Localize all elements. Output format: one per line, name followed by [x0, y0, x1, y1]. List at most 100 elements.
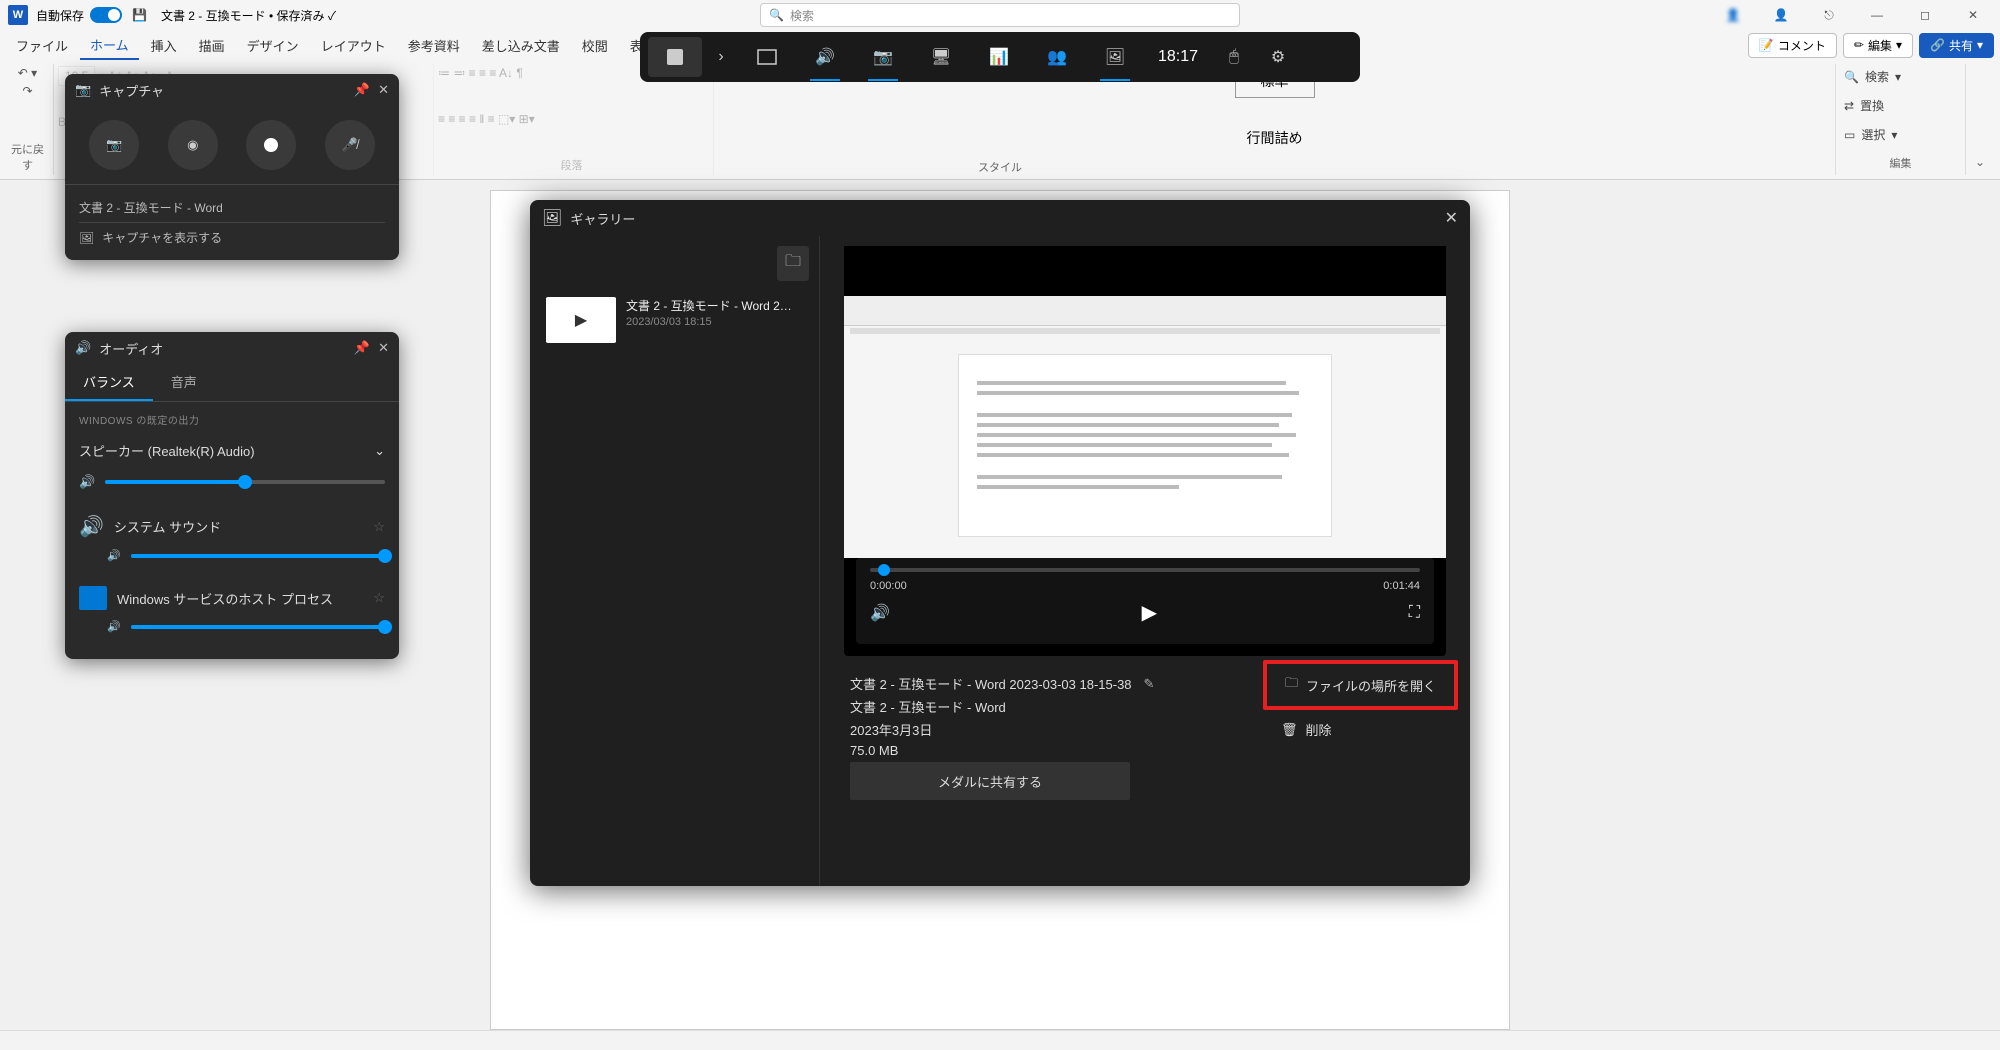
comment-button[interactable]: 📝 コメント — [1748, 33, 1837, 58]
video-date: 2023年3月3日 — [850, 720, 1154, 739]
speaker-icon[interactable]: 🔊 — [79, 474, 95, 490]
gallery-close-button[interactable]: ✕ — [1445, 208, 1458, 228]
redo-button[interactable]: ↷ — [22, 84, 32, 98]
audio-tab-voice[interactable]: 音声 — [153, 364, 215, 401]
gallery-thumbnail-item[interactable]: ▶ 文書 2 ‐ 互換モード - Word 2… 2023/03/03 18:1… — [540, 291, 809, 349]
select-button[interactable]: ▭ 選択 ▾ — [1844, 126, 1957, 143]
tab-layout[interactable]: レイアウト — [311, 32, 396, 59]
autosave-control[interactable]: 自動保存 — [36, 7, 122, 24]
edit-mode-button[interactable]: ✏ 編集 ▾ — [1843, 33, 1913, 58]
gamebar-gallery-button[interactable]: 🖼 — [1088, 37, 1142, 77]
mic-toggle-button[interactable]: 🎤̸ — [325, 120, 375, 170]
audio-device-selector[interactable]: スピーカー (Realtek(R) Audio) ⌄ — [79, 435, 385, 466]
video-preview[interactable] — [844, 296, 1446, 558]
window-controls: 👤 👤 ⎋ — ◻ ✕ — [1714, 8, 1992, 23]
video-current-time: 0:00:00 — [870, 580, 907, 592]
video-fullscreen-button[interactable]: ⛶ — [1409, 604, 1420, 622]
capture-title: キャプチャ — [99, 81, 346, 100]
tab-references[interactable]: 参考資料 — [398, 32, 470, 59]
share-button[interactable]: 🔗 共有 ▾ — [1919, 33, 1994, 58]
video-play-button[interactable]: ▶ — [1142, 600, 1157, 625]
style-no-spacing[interactable]: 行間詰め — [1235, 122, 1315, 154]
gallery-icon: 🖼 — [542, 208, 562, 228]
video-controls: 0:00:00 0:01:44 🔊 ▶ ⛶ — [856, 558, 1434, 644]
tab-home[interactable]: ホーム — [80, 31, 139, 60]
user-avatar[interactable]: 👤 — [1714, 8, 1752, 22]
system-sound-icon: 🔊 — [79, 514, 104, 539]
gamebar-audio-button[interactable]: 🔊 — [798, 37, 852, 77]
video-appname: 文書 2 ‐ 互換モード - Word — [850, 697, 1154, 716]
gamebar-performance-button[interactable]: 🖥 — [914, 37, 968, 77]
replace-button[interactable]: ⇄ 置換 — [1844, 97, 1957, 114]
tab-design[interactable]: デザイン — [237, 32, 309, 59]
folder-button[interactable]: 🗀 — [777, 246, 809, 281]
share-medal-button[interactable]: メダルに共有する — [850, 762, 1130, 800]
audio-pin-button[interactable]: 📌 — [354, 340, 370, 356]
edit-group-label: 編集 — [1844, 155, 1957, 171]
video-progress-bar[interactable] — [870, 568, 1420, 572]
gamebar-settings-button[interactable]: ⚙ — [1258, 37, 1298, 77]
audio-title: オーディオ — [99, 339, 346, 358]
titlebar: W 自動保存 💾 文書 2 - 互換モード • 保存済み ✓ 🔍 検索 👤 👤 … — [0, 0, 2000, 30]
delete-button[interactable]: 🗑 削除 — [1281, 720, 1440, 739]
account-icon[interactable]: 👤 — [1762, 8, 1800, 22]
capture-close-button[interactable]: ✕ — [378, 82, 389, 98]
collapse-ribbon-button[interactable]: ⌄ — [1975, 155, 1985, 169]
thumbnail-image: ▶ — [546, 297, 616, 343]
gamebar-stats-button[interactable]: 📊 — [972, 37, 1026, 77]
ribbon-display-icon[interactable]: ⎋ — [1810, 8, 1848, 23]
audio-icon: 🔊 — [75, 340, 91, 356]
audio-widget: 🔊 オーディオ 📌 ✕ バランス 音声 WINDOWS の既定の出力 スピーカー… — [65, 332, 399, 659]
capture-widget: 📷 キャプチャ 📌 ✕ 📷 ◉ 🎤̸ 文書 2 ‐ 互換モード - Word 🖼… — [65, 74, 399, 260]
system-mute-icon[interactable]: 🔊 — [107, 549, 121, 562]
open-file-location-button[interactable]: 🗀 ファイルの場所を開く — [1263, 660, 1458, 710]
master-volume-slider[interactable] — [105, 480, 385, 484]
find-button[interactable]: 🔍 検索 ▾ — [1844, 68, 1957, 85]
tab-file[interactable]: ファイル — [6, 32, 78, 59]
audio-tab-balance[interactable]: バランス — [65, 364, 153, 401]
chevron-down-icon: ⌄ — [374, 443, 385, 459]
gamebar-next-button[interactable]: › — [706, 37, 736, 77]
record-button[interactable] — [246, 120, 296, 170]
gamebar-social-button[interactable]: 👥 — [1030, 37, 1084, 77]
gamebar-mouse-button[interactable]: 🖱 — [1214, 37, 1254, 77]
favorite-icon[interactable]: ☆ — [373, 519, 385, 535]
video-player: 0:00:00 0:01:44 🔊 ▶ ⛶ — [844, 246, 1446, 656]
system-sound-label: システム サウンド — [114, 517, 363, 536]
search-icon: 🔍 — [769, 8, 784, 22]
search-box[interactable]: 🔍 検索 — [760, 3, 1240, 27]
show-captures-button[interactable]: 🖼 キャプチャを表示する — [79, 222, 385, 252]
audio-section-label: WINDOWS の既定の出力 — [79, 412, 385, 427]
rename-button[interactable]: ✎ — [1144, 676, 1155, 692]
tab-insert[interactable]: 挿入 — [141, 32, 187, 59]
autosave-toggle[interactable] — [90, 7, 122, 23]
save-icon[interactable]: 💾 — [132, 8, 147, 22]
tab-review[interactable]: 校閲 — [572, 32, 618, 59]
status-bar — [0, 1030, 2000, 1050]
tab-draw[interactable]: 描画 — [189, 32, 235, 59]
video-volume-button[interactable]: 🔊 — [870, 603, 890, 623]
whost-volume-slider[interactable] — [131, 625, 385, 629]
record-last-button[interactable]: ◉ — [168, 120, 218, 170]
undo-button[interactable]: ↶ ▾ — [18, 66, 37, 80]
screenshot-button[interactable]: 📷 — [89, 120, 139, 170]
minimize-button[interactable]: — — [1858, 8, 1896, 22]
audio-close-button[interactable]: ✕ — [378, 340, 389, 356]
tab-mailings[interactable]: 差し込み文書 — [472, 32, 570, 59]
maximize-button[interactable]: ◻ — [1906, 8, 1944, 22]
pin-button[interactable]: 📌 — [354, 82, 370, 98]
thumbnail-date: 2023/03/03 18:15 — [626, 316, 792, 328]
whost-app-icon — [79, 586, 107, 610]
whost-favorite-icon[interactable]: ☆ — [373, 590, 385, 606]
whost-mute-icon[interactable]: 🔊 — [107, 620, 121, 633]
gamebar-xbox-button[interactable] — [648, 37, 702, 77]
system-volume-slider[interactable] — [131, 554, 385, 558]
document-title[interactable]: 文書 2 - 互換モード • 保存済み ✓ — [161, 7, 336, 24]
gamebar-widgets-button[interactable] — [740, 37, 794, 77]
close-button[interactable]: ✕ — [1954, 8, 1992, 22]
capture-icon: 📷 — [75, 82, 91, 98]
video-total-time: 0:01:44 — [1383, 580, 1420, 592]
paragraph-group-label: 段落 — [438, 157, 705, 173]
video-filename: 文書 2 ‐ 互換モード - Word 2023-03-03 18-15-38 — [850, 674, 1132, 693]
gamebar-capture-button[interactable]: 📷 — [856, 37, 910, 77]
